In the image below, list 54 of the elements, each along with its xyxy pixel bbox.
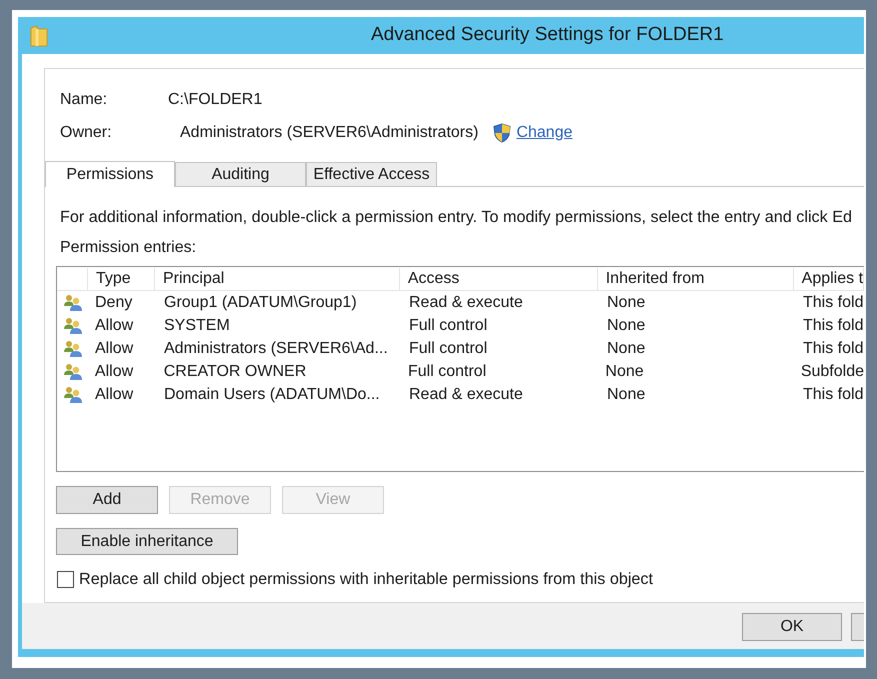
column-header[interactable]: Principal — [154, 268, 400, 291]
permission-entries-label: Permission entries: — [60, 238, 196, 258]
window-title: Advanced Security Settings for FOLDER1 — [371, 23, 724, 48]
change-link[interactable]: Change — [516, 121, 572, 145]
user-group-icon — [63, 386, 83, 404]
checkbox[interactable] — [57, 570, 74, 588]
table-cell: Read & execute — [409, 384, 523, 404]
table-cell: None — [607, 316, 646, 336]
ok-button[interactable]: OK — [742, 613, 842, 641]
enable-inheritance-button[interactable]: Enable inheritance — [56, 528, 238, 555]
table-cell: Deny — [95, 292, 132, 312]
table-cell: Subfolde — [800, 362, 864, 382]
table-cell: None — [607, 384, 646, 404]
shield-icon — [492, 123, 512, 143]
tab[interactable]: Effective Access — [306, 162, 437, 186]
user-group-icon — [63, 316, 83, 334]
tab[interactable]: Auditing — [175, 162, 306, 186]
table-cell: Full control — [409, 316, 488, 336]
table-cell: None — [607, 338, 646, 358]
tab[interactable]: Permissions — [45, 161, 175, 187]
table-cell: Full control — [409, 338, 488, 358]
table-cell: This fold — [803, 292, 864, 312]
table-cell: Allow — [94, 362, 134, 382]
table-cell: This fold — [803, 384, 864, 404]
name-value: C:\FOLDER1 — [168, 90, 262, 110]
table-cell: CREATOR OWNER — [164, 362, 306, 382]
column-header[interactable]: Type — [88, 268, 155, 291]
checkbox-label: Replace all child object permissions with inheritable permissions from this object — [79, 568, 654, 590]
table-cell: Allow — [95, 338, 134, 358]
user-group-icon — [63, 340, 83, 358]
table-cell: Allow — [95, 316, 134, 336]
column-header[interactable]: Access — [400, 268, 598, 291]
user-group-icon — [63, 294, 83, 312]
column-header — [57, 268, 88, 291]
table-cell: Read & execute — [409, 292, 523, 312]
action-button[interactable]: Add — [56, 486, 158, 514]
table-cell: None — [605, 362, 644, 382]
table-cell: Allow — [95, 384, 134, 404]
table-cell: SYSTEM — [164, 316, 230, 336]
instructions-text: For additional information, double-click a permission entry. To modify permissions, select the entry and click Ed — [60, 207, 852, 227]
table-cell: Group1 (ADATUM\Group1) — [164, 292, 357, 312]
column-header[interactable]: Inherited from — [598, 268, 794, 291]
table-cell: This fold — [803, 338, 864, 358]
user-group-icon — [63, 362, 83, 380]
table-cell: Administrators (SERVER6\Ad... — [164, 338, 388, 358]
owner-value: Administrators (SERVER6\Administrators) — [180, 123, 478, 143]
table-cell: None — [607, 292, 646, 312]
table-cell: Full control — [408, 362, 486, 382]
folder-icon — [30, 24, 48, 46]
owner-label: Owner: — [60, 123, 113, 143]
name-label: Name: — [60, 90, 108, 110]
table-cell: This fold — [803, 316, 864, 336]
column-header[interactable]: Applies t — [794, 268, 864, 291]
table-cell: Domain Users (ADATUM\Do... — [164, 384, 380, 404]
